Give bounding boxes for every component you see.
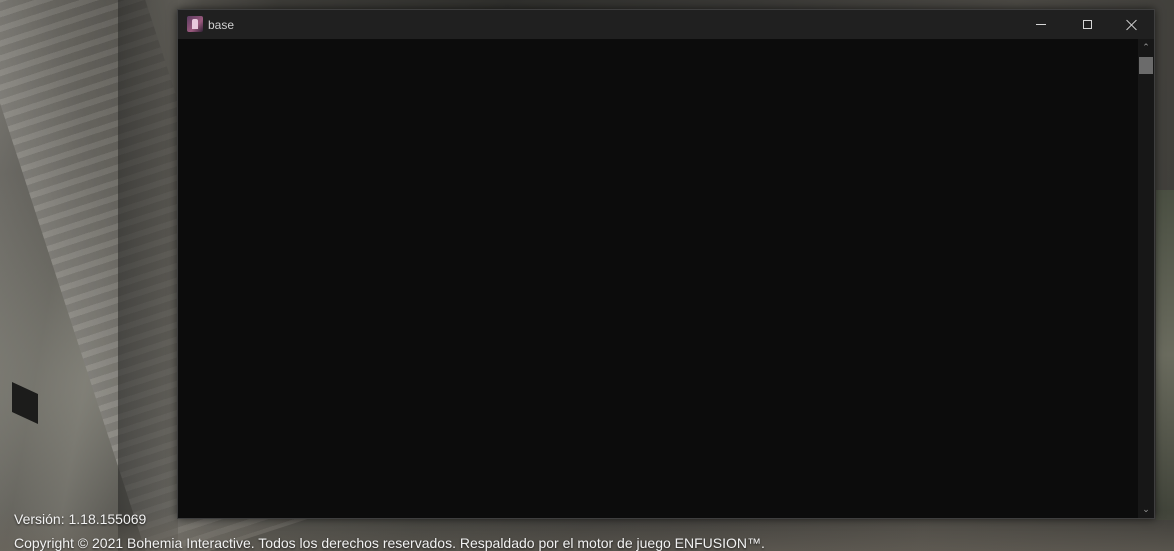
title-bar[interactable]: base <box>178 10 1154 39</box>
scroll-thumb[interactable] <box>1139 57 1153 74</box>
console-window[interactable]: base ⌃ ⌄ <box>177 9 1155 519</box>
maximize-button[interactable] <box>1064 10 1110 39</box>
background-wall-hole <box>12 381 38 425</box>
close-icon <box>1126 19 1138 31</box>
desktop-background: base ⌃ ⌄ Versión: 1.18.155069 Copyright … <box>0 0 1174 551</box>
scroll-up-arrow-icon[interactable]: ⌃ <box>1142 43 1150 52</box>
window-title: base <box>208 18 235 32</box>
scroll-down-arrow-icon[interactable]: ⌄ <box>1142 505 1150 514</box>
close-button[interactable] <box>1109 10 1155 39</box>
background-foliage <box>1156 190 1174 520</box>
background-wall-edge <box>118 0 178 551</box>
app-logo-icon <box>187 16 203 32</box>
version-label: Versión: 1.18.155069 <box>14 511 147 527</box>
vertical-scrollbar[interactable]: ⌃ ⌄ <box>1138 39 1154 518</box>
minimize-button[interactable] <box>1018 10 1064 39</box>
copyright-notice: Copyright © 2021 Bohemia Interactive. To… <box>14 535 765 551</box>
maximize-icon <box>1082 20 1092 29</box>
minimize-icon <box>1036 24 1046 25</box>
console-output[interactable] <box>178 39 1138 518</box>
